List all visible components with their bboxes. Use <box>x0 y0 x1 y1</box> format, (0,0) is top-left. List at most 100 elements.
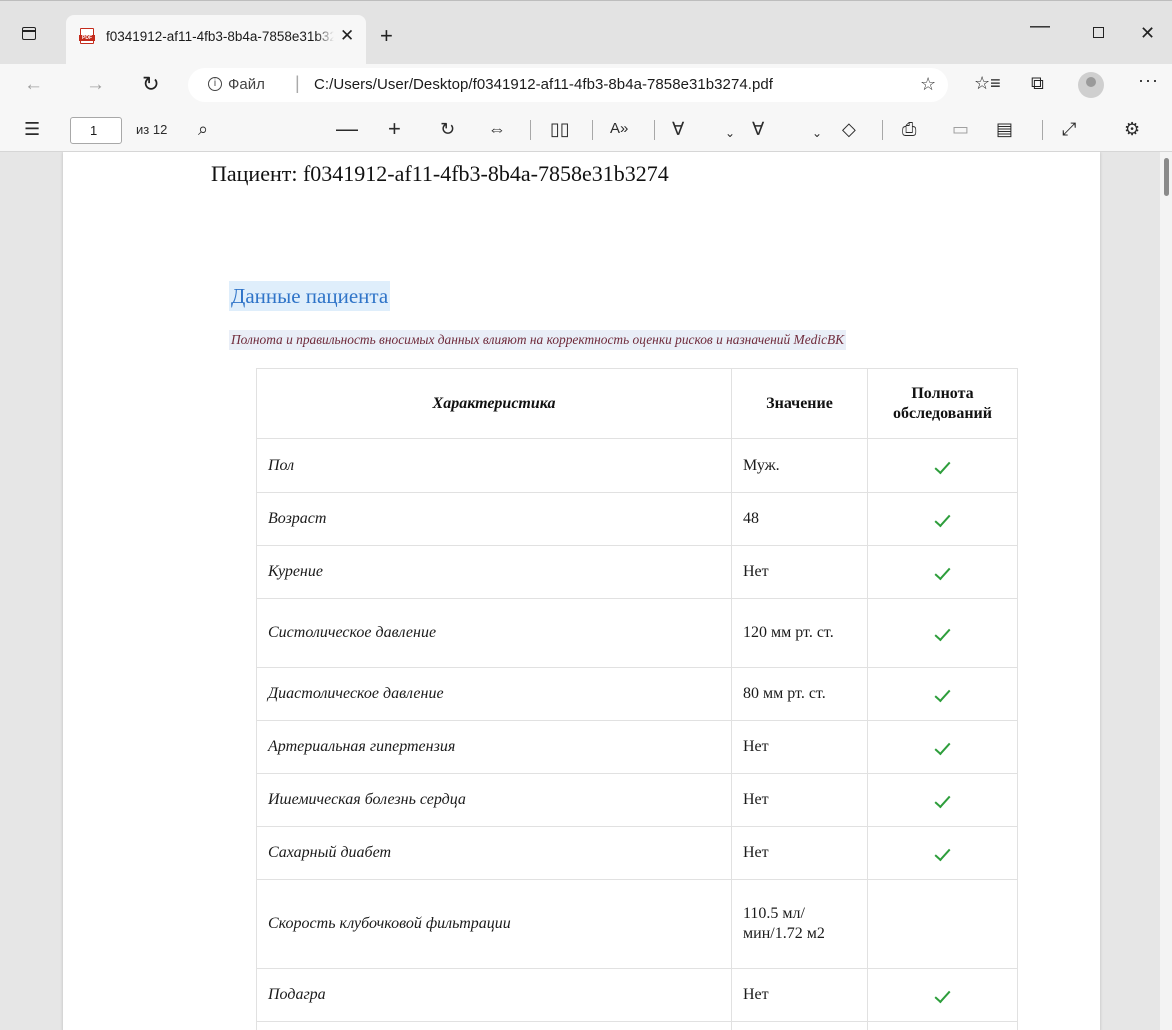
row-name: Систолическое давление <box>256 598 732 668</box>
table-row: Диастолическое давление 80 мм рт. ст. <box>256 667 1018 721</box>
save-icon[interactable]: ▭ <box>952 118 969 140</box>
column-header-completeness: Полнота обследований <box>867 368 1018 439</box>
row-value: Нет <box>731 773 868 827</box>
checkmark-icon <box>934 510 951 528</box>
row-name: Возраст <box>256 492 732 546</box>
search-icon[interactable]: ⌕ <box>198 118 208 140</box>
contents-icon[interactable]: ☰ <box>24 118 40 140</box>
column-header-characteristic: Характеристика <box>256 368 732 439</box>
fit-page-icon[interactable]: ⇔ <box>488 118 506 140</box>
maximize-icon[interactable] <box>1093 27 1104 38</box>
eraser-icon[interactable]: ◇ <box>842 118 856 140</box>
row-completeness <box>867 773 1018 827</box>
row-value: Нет <box>731 968 868 1022</box>
more-icon[interactable]: ··· <box>1138 70 1159 91</box>
pdf-page: Пациент: f0341912-af11-4fb3-8b4a-7858e31… <box>63 152 1100 1030</box>
row-completeness <box>867 492 1018 546</box>
reload-icon[interactable]: ↻ <box>142 74 160 96</box>
collections-icon[interactable]: ⧉ <box>1031 73 1044 94</box>
table-row: Пол Муж. <box>256 438 1018 493</box>
column-header-value: Значение <box>731 368 868 439</box>
zoom-in-icon[interactable]: + <box>388 118 401 140</box>
checkmark-icon <box>934 791 951 809</box>
document-viewport[interactable]: Пациент: f0341912-af11-4fb3-8b4a-7858e31… <box>0 152 1172 1030</box>
pdf-file-icon: PDF <box>79 28 95 44</box>
draw-icon[interactable]: ∀ <box>672 118 684 140</box>
gear-icon[interactable]: ⚙ <box>1124 118 1140 140</box>
add-favorite-icon[interactable]: ☆ <box>920 74 936 95</box>
row-name: Курение <box>256 545 732 599</box>
url-text[interactable]: C:/Users/User/Desktop/f0341912-af11-4fb3… <box>314 76 773 93</box>
row-value: 120 мм рт. ст. <box>731 598 868 668</box>
close-window-icon[interactable]: ✕ <box>1140 23 1155 44</box>
table-row: Сахарный диабет Нет <box>256 826 1018 880</box>
table-row: Подагра Нет <box>256 968 1018 1022</box>
row-completeness <box>867 720 1018 774</box>
navigation-bar: ← → ↻ i Файл | C:/Users/User/Desktop/f03… <box>0 64 1172 108</box>
favorites-icon[interactable]: ☆≡ <box>974 73 1001 94</box>
row-value: 48 <box>731 492 868 546</box>
checkmark-icon <box>934 685 951 703</box>
info-icon[interactable]: i <box>208 77 222 91</box>
checkmark-icon <box>934 624 951 642</box>
table-row: Курение Нет <box>256 545 1018 599</box>
checkmark-icon <box>934 457 951 474</box>
page-view-icon[interactable]: ▯▯ <box>550 118 570 140</box>
pdf-toolbar: ☰ 1 из 12 ⌕ — + ↻ ⇔ ▯▯ A» ∀ ⌄ ∀ ⌄ ◇ ⎙ ▭ … <box>0 108 1172 152</box>
chevron-down-icon[interactable]: ⌄ <box>725 122 735 144</box>
checkmark-icon <box>934 986 951 1004</box>
row-value: Нет <box>731 720 868 774</box>
vertical-scrollbar[interactable] <box>1160 152 1172 1030</box>
browser-tab[interactable]: PDF f0341912-af11-4fb3-8b4a-7858e31b3274… <box>66 15 366 65</box>
toolbar-divider <box>1042 120 1043 140</box>
row-completeness-cut <box>867 1021 1018 1030</box>
print-icon[interactable]: ⎙ <box>902 118 916 140</box>
row-completeness <box>867 438 1018 493</box>
profile-avatar[interactable] <box>1078 72 1104 98</box>
minimize-icon[interactable]: — <box>1030 15 1050 38</box>
checkmark-icon <box>934 563 951 581</box>
checkmark-icon <box>934 844 951 862</box>
page-total: из 12 <box>136 122 168 137</box>
row-value: Нет <box>731 826 868 880</box>
row-value: Муж. <box>731 438 868 493</box>
save-as-icon[interactable]: ▤ <box>996 118 1013 140</box>
row-name-cut <box>256 1021 732 1030</box>
table-row: Возраст 48 <box>256 492 1018 546</box>
toolbar-divider <box>592 120 593 140</box>
row-name: Скорость клубочковой фильтрации <box>256 879 732 969</box>
url-scheme-label: Файл <box>228 76 265 93</box>
new-tab-icon[interactable]: + <box>380 25 393 47</box>
back-icon[interactable]: ← <box>24 74 43 96</box>
row-completeness <box>867 826 1018 880</box>
close-tab-icon[interactable]: ✕ <box>340 27 354 45</box>
highlight-icon[interactable]: ∀ <box>752 118 764 140</box>
row-name: Подагра <box>256 968 732 1022</box>
table-row: Скорость клубочковой фильтрации 110.5 мл… <box>256 879 1018 969</box>
row-completeness-empty <box>867 879 1018 969</box>
toolbar-divider <box>654 120 655 140</box>
read-aloud-icon[interactable]: A» <box>610 118 628 140</box>
table-row <box>256 1021 1018 1030</box>
tab-actions-icon[interactable] <box>22 27 36 40</box>
data-quality-note: Полнота и правильность вносимых данных в… <box>229 330 847 350</box>
row-completeness <box>867 545 1018 599</box>
scrollbar-thumb[interactable] <box>1164 158 1169 196</box>
checkmark-icon <box>934 738 951 756</box>
patient-data-table: Характеристика Значение Полнота обследов… <box>256 368 1018 1030</box>
table-header-row: Характеристика Значение Полнота обследов… <box>256 368 1018 439</box>
row-name: Пол <box>256 438 732 493</box>
row-completeness <box>867 598 1018 668</box>
address-bar[interactable]: i Файл | C:/Users/User/Desktop/f0341912-… <box>188 68 948 102</box>
page-number-input[interactable]: 1 <box>70 117 122 144</box>
title-bar: PDF f0341912-af11-4fb3-8b4a-7858e31b3274… <box>0 0 1172 65</box>
chevron-down-icon[interactable]: ⌄ <box>812 122 822 144</box>
rotate-icon[interactable]: ↻ <box>440 118 455 140</box>
fullscreen-icon[interactable]: ⤢ <box>1062 118 1076 140</box>
row-completeness <box>867 667 1018 721</box>
url-separator: | <box>295 73 300 93</box>
row-name: Артериальная гипертензия <box>256 720 732 774</box>
row-name: Сахарный диабет <box>256 826 732 880</box>
zoom-out-icon[interactable]: — <box>336 118 358 140</box>
forward-icon[interactable]: → <box>86 74 105 96</box>
